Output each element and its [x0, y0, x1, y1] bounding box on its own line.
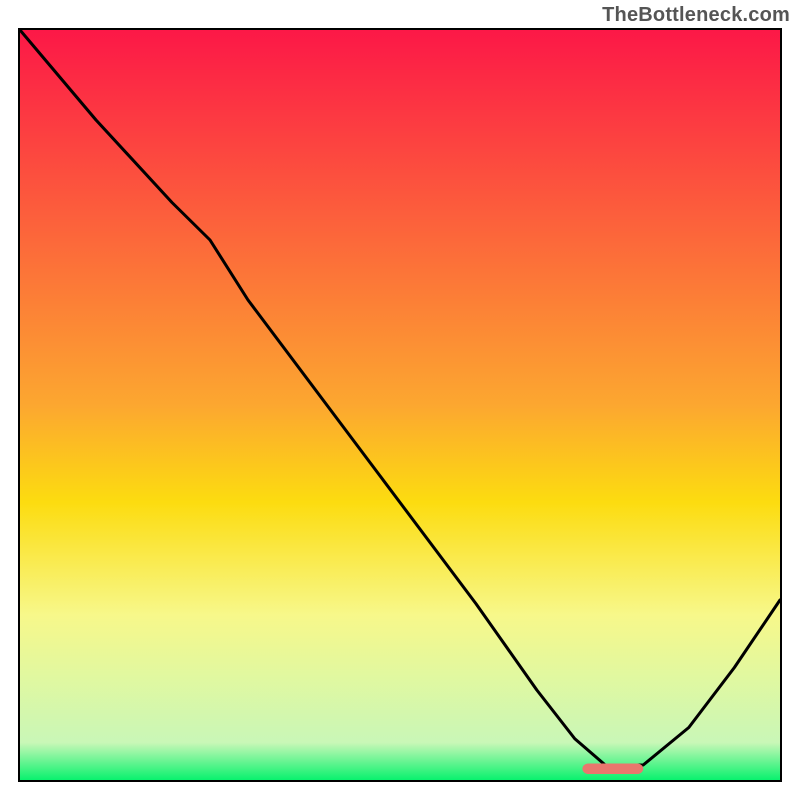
watermark-label: TheBottleneck.com	[602, 4, 790, 27]
optimum-marker	[582, 764, 643, 775]
plot-area	[18, 28, 782, 782]
chart-container: TheBottleneck.com 0, 0.1, 0.2, 0.25, 0.3…	[0, 0, 800, 800]
marker-layer	[20, 30, 780, 780]
